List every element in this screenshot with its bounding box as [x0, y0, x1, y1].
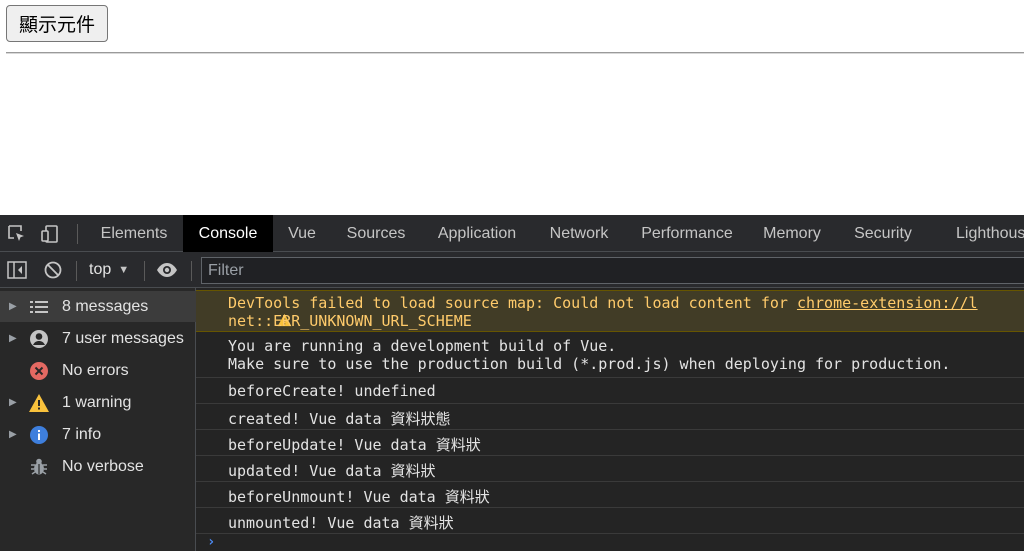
console-message: beforeUnmount! Vue data 資料狀: [196, 482, 1024, 508]
inspect-element-icon[interactable]: [6, 223, 28, 245]
tab-lighthouse[interactable]: Lighthouse: [948, 215, 1024, 252]
warning-error-code: net::ERR_UNKNOWN_URL_SCHEME: [228, 312, 472, 330]
horizontal-rule: [6, 52, 1024, 54]
console-message: unmounted! Vue data 資料狀: [196, 508, 1024, 534]
console-warning-message: DevTools failed to load source map: Coul…: [196, 290, 1024, 332]
tab-sources[interactable]: Sources: [333, 215, 419, 252]
context-label: top: [89, 261, 112, 278]
sidebar-item-label: 7 user messages: [62, 329, 184, 347]
console-message: You are running a development build of V…: [196, 333, 1024, 378]
tab-console[interactable]: Console: [183, 215, 273, 252]
log-text: unmounted! Vue data 資料狀: [228, 514, 454, 532]
toolbar-separator: [76, 261, 77, 281]
expand-arrow-icon: ▶: [9, 397, 17, 408]
sidebar-item-label: No verbose: [62, 457, 144, 475]
console-message: beforeUpdate! Vue data 資料狀: [196, 430, 1024, 456]
expand-arrow-icon: ▶: [9, 301, 17, 312]
user-icon: [28, 328, 50, 350]
sidebar-item-label: 7 info: [62, 425, 102, 443]
sidebar-item-verbose[interactable]: No verbose: [0, 451, 196, 482]
tab-vue[interactable]: Vue: [275, 215, 329, 252]
sidebar-item-label: No errors: [62, 361, 129, 379]
tab-performance[interactable]: Performance: [628, 215, 746, 252]
console-sidebar: ▶ 8 messages ▶ 7 user messages No errors…: [0, 288, 196, 551]
tabbar-separator: [77, 224, 78, 244]
console-prompt[interactable]: ›: [207, 534, 215, 550]
tab-memory[interactable]: Memory: [752, 215, 832, 252]
warning-icon: [28, 392, 50, 414]
log-text: beforeUpdate! Vue data 資料狀: [228, 436, 481, 454]
toolbar-separator: [144, 261, 145, 281]
source-map-link[interactable]: chrome-extension://l: [797, 294, 978, 312]
tab-network[interactable]: Network: [536, 215, 622, 252]
console-messages: DevTools failed to load source map: Coul…: [196, 288, 1024, 551]
tab-application[interactable]: Application: [424, 215, 530, 252]
warning-icon: [205, 295, 292, 327]
console-message: updated! Vue data 資料狀: [196, 456, 1024, 482]
info-icon: [28, 424, 50, 446]
console-message: beforeCreate! undefined: [196, 378, 1024, 404]
show-component-button[interactable]: 顯示元件: [6, 5, 108, 42]
page-content: 顯示元件: [0, 0, 1024, 215]
eye-icon[interactable]: [156, 259, 178, 281]
list-icon: [28, 296, 50, 318]
sidebar-item-label: 8 messages: [62, 297, 149, 315]
expand-arrow-icon: ▶: [9, 429, 17, 440]
tab-security[interactable]: Security: [840, 215, 926, 252]
log-text: beforeCreate! undefined: [228, 382, 436, 400]
error-icon: [28, 360, 50, 382]
device-toolbar-icon[interactable]: [39, 223, 61, 245]
devtools-panel: Elements Console Vue Sources Application…: [0, 215, 1024, 551]
devtools-tabbar: Elements Console Vue Sources Application…: [0, 215, 1024, 252]
log-text: created! Vue data 資料狀態: [228, 410, 451, 428]
chevron-down-icon: ▼: [118, 264, 130, 276]
log-text: beforeUnmount! Vue data 資料狀: [228, 488, 490, 506]
filter-input[interactable]: [201, 257, 1024, 284]
log-text: updated! Vue data 資料狀: [228, 462, 436, 480]
sidebar-item-user-messages[interactable]: ▶ 7 user messages: [0, 323, 196, 354]
sidebar-toggle-icon[interactable]: [6, 259, 28, 281]
warning-text: DevTools failed to load source map: Coul…: [228, 294, 797, 312]
context-selector[interactable]: top ▼: [89, 260, 129, 280]
vue-dev-notice-line: Make sure to use the production build (*…: [228, 355, 951, 373]
bug-icon: [28, 456, 50, 478]
sidebar-item-label: 1 warning: [62, 393, 132, 411]
console-toolbar: top ▼: [0, 252, 1024, 288]
sidebar-item-errors[interactable]: No errors: [0, 355, 196, 386]
sidebar-item-warnings[interactable]: ▶ 1 warning: [0, 387, 196, 418]
clear-console-icon[interactable]: [42, 259, 64, 281]
tab-elements[interactable]: Elements: [87, 215, 181, 252]
sidebar-item-messages[interactable]: ▶ 8 messages: [0, 291, 196, 322]
toolbar-separator: [191, 261, 192, 281]
console-message: created! Vue data 資料狀態: [196, 404, 1024, 430]
vue-dev-notice-line: You are running a development build of V…: [228, 337, 617, 355]
expand-arrow-icon: ▶: [9, 333, 17, 344]
sidebar-item-info[interactable]: ▶ 7 info: [0, 419, 196, 450]
